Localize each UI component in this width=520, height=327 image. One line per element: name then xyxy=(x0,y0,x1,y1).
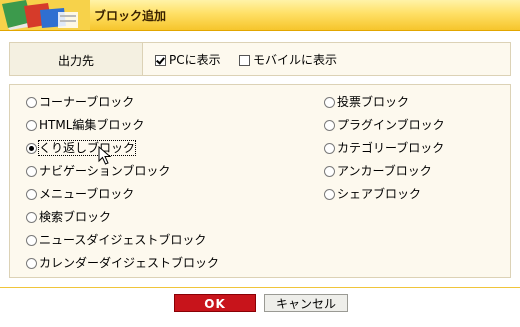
radio-repeat-block[interactable]: くり返しブロック xyxy=(26,140,137,156)
books-icon xyxy=(0,0,90,30)
checkbox-checked-icon[interactable] xyxy=(155,55,166,66)
radio-label: アンカーブロック xyxy=(337,164,432,178)
radio-icon[interactable] xyxy=(26,235,37,246)
radio-calendar-digest-block[interactable]: カレンダーダイジェストブロック xyxy=(26,255,219,271)
radio-label: プラグインブロック xyxy=(337,118,445,132)
dialog-titlebar: ブロック追加 xyxy=(0,0,520,31)
radio-share-block[interactable]: シェアブロック xyxy=(324,186,421,202)
radio-icon[interactable] xyxy=(324,120,335,131)
radio-search-block[interactable]: 検索ブロック xyxy=(26,209,111,225)
block-type-panel: コーナーブロック HTML編集ブロック くり返しブロック ナビゲーションブロック… xyxy=(9,84,511,278)
mobile-display-label: モバイルに表示 xyxy=(253,53,338,67)
radio-vote-block[interactable]: 投票ブロック xyxy=(324,94,409,110)
radio-corner-block[interactable]: コーナーブロック xyxy=(26,94,134,110)
output-destination-panel: 出力先 PCに表示 モバイルに表示 xyxy=(9,42,511,76)
radio-news-digest-block[interactable]: ニュースダイジェストブロック xyxy=(26,232,206,248)
ok-button[interactable]: OK xyxy=(174,294,256,312)
radio-icon[interactable] xyxy=(26,166,37,177)
radio-label: カテゴリーブロック xyxy=(337,141,445,155)
radio-label: ナビゲーションブロック xyxy=(39,164,171,178)
mobile-display-checkbox[interactable]: モバイルに表示 xyxy=(239,52,337,68)
radio-label: メニューブロック xyxy=(39,187,135,201)
radio-html-edit-block[interactable]: HTML編集ブロック xyxy=(26,117,144,133)
radio-label: ニュースダイジェストブロック xyxy=(39,233,207,247)
radio-label: カレンダーダイジェストブロック xyxy=(39,256,220,270)
radio-icon[interactable] xyxy=(26,258,37,269)
radio-plugin-block[interactable]: プラグインブロック xyxy=(324,117,445,133)
radio-icon[interactable] xyxy=(324,189,335,200)
radio-label: HTML編集ブロック xyxy=(39,118,145,132)
radio-icon[interactable] xyxy=(324,97,335,108)
radio-label: コーナーブロック xyxy=(39,95,135,109)
radio-label: 検索ブロック xyxy=(39,210,112,224)
radio-label: シェアブロック xyxy=(337,187,422,201)
pc-display-label: PCに表示 xyxy=(169,53,221,67)
cancel-button[interactable]: キャンセル xyxy=(264,294,348,312)
output-destination-label: 出力先 xyxy=(57,54,94,68)
radio-icon[interactable] xyxy=(324,166,335,177)
radio-icon[interactable] xyxy=(26,212,37,223)
radio-category-block[interactable]: カテゴリーブロック xyxy=(324,140,444,156)
pc-display-checkbox[interactable]: PCに表示 xyxy=(155,52,221,68)
checkbox-unchecked-icon[interactable] xyxy=(239,55,250,66)
dialog-title: ブロック追加 xyxy=(94,9,167,23)
radio-icon[interactable] xyxy=(324,143,335,154)
radio-label: くり返しブロック xyxy=(37,140,137,156)
radio-icon[interactable] xyxy=(26,97,37,108)
radio-selected-icon[interactable] xyxy=(26,143,37,154)
radio-icon[interactable] xyxy=(26,120,37,131)
mouse-pointer-icon xyxy=(98,146,112,165)
radio-label: 投票ブロック xyxy=(337,95,410,109)
footer-divider xyxy=(0,287,520,288)
radio-icon[interactable] xyxy=(26,189,37,200)
radio-menu-block[interactable]: メニューブロック xyxy=(26,186,134,202)
output-destination-label-cell: 出力先 xyxy=(10,43,143,75)
radio-anchor-block[interactable]: アンカーブロック xyxy=(324,163,432,179)
